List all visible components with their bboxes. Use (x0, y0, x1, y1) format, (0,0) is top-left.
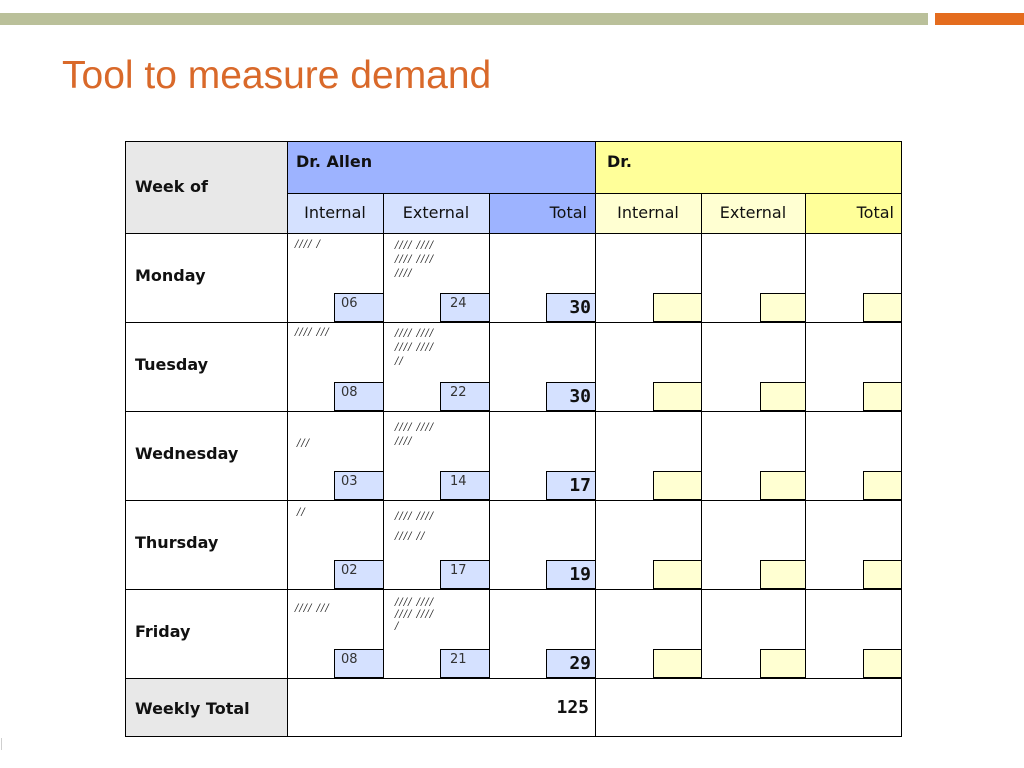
doctor1-total-header: Total (549, 203, 587, 222)
external-tally-line: //// //// (395, 328, 435, 339)
doctor2-external-box (760, 471, 806, 500)
doctor2-total-box (863, 293, 902, 322)
grid-line (125, 500, 902, 501)
grid-line (805, 193, 806, 678)
external-tally-line: / (395, 621, 400, 632)
internal-tally-monday: //// / (295, 239, 322, 250)
external-tally-line: //// //// (395, 342, 435, 353)
external-tally-line: //// (395, 436, 413, 447)
external-tally-line: //// //// (395, 597, 435, 608)
external-tally-line: //// //// (395, 609, 435, 620)
doctor2-external-box (760, 293, 806, 322)
grid-line (125, 589, 902, 590)
doctor2-total-box (863, 471, 902, 500)
grid-line (125, 141, 902, 142)
doctor2-total-box (863, 382, 902, 411)
day-total-box: 17 (546, 471, 596, 500)
doctor2-internal-box (653, 560, 702, 589)
doctor2-total-box (863, 649, 902, 678)
external-tally-line: //// //// (395, 422, 435, 433)
day-total-box: 19 (546, 560, 596, 589)
external-tally-wednesday: //// //// //// (395, 421, 434, 449)
doctor2-internal-box (653, 382, 702, 411)
doctor2-internal-box (653, 649, 702, 678)
external-tally-line: // (395, 356, 404, 367)
external-tally-monday: //// //// //// //// //// (395, 239, 434, 281)
day-total-box: 30 (546, 293, 596, 322)
top-decor-bar (0, 13, 928, 25)
external-tally-friday: //// //// //// //// / (395, 597, 434, 633)
day-label-monday: Monday (135, 266, 206, 285)
external-tally-line: //// (395, 268, 413, 279)
internal-count-box: 08 (334, 382, 384, 411)
grid-line (489, 193, 490, 678)
external-count-box: 14 (440, 471, 490, 500)
doctor2-external-box (760, 649, 806, 678)
external-count-box: 21 (440, 649, 490, 678)
doctor2-internal-box (653, 471, 702, 500)
grid-line (125, 411, 902, 412)
grid-line (595, 141, 596, 737)
internal-count-box: 03 (334, 471, 384, 500)
external-tally-line: //// //// (395, 240, 435, 251)
grid-line (383, 193, 384, 678)
internal-tally-wednesday: /// (297, 438, 311, 449)
grid-line (125, 141, 126, 737)
slide-title: Tool to measure demand (62, 54, 492, 97)
internal-count-box: 02 (334, 560, 384, 589)
grid-line (125, 322, 902, 323)
doctor2-internal-box (653, 293, 702, 322)
doctor2-total-box (863, 560, 902, 589)
grid-line (701, 193, 702, 678)
doctor1-internal-header: Internal (304, 203, 366, 222)
grid-line (901, 141, 902, 737)
doctor2-external-box (760, 382, 806, 411)
internal-tally-tuesday: //// /// (295, 327, 330, 338)
weekly-total-value: 125 (556, 697, 589, 718)
demand-table: Week of Dr. Allen Dr. Internal External … (125, 141, 902, 737)
doctor2-external-header: External (719, 203, 787, 222)
doctor2-internal-header: Internal (617, 203, 679, 222)
grid-line (125, 736, 902, 737)
external-tally-tuesday: //// //// //// //// // (395, 327, 434, 369)
left-edge-mark (1, 738, 2, 750)
doctor2-header-cell (595, 141, 902, 193)
internal-count-box: 06 (334, 293, 384, 322)
week-of-label: Week of (135, 177, 208, 196)
internal-tally-friday: //// /// (295, 603, 330, 614)
day-label-wednesday: Wednesday (135, 444, 239, 463)
external-count-box: 24 (440, 293, 490, 322)
doctor2-total-header: Total (856, 203, 894, 222)
external-tally-thursday: //// //// //// // (395, 507, 434, 547)
weekly-total-label: Weekly Total (135, 699, 250, 718)
external-tally-line: //// //// (395, 511, 435, 522)
day-total-box: 29 (546, 649, 596, 678)
external-count-box: 17 (440, 560, 490, 589)
day-label-tuesday: Tuesday (135, 355, 209, 374)
day-total-box: 30 (546, 382, 596, 411)
external-tally-line: //// // (395, 531, 426, 542)
doctor1-name: Dr. Allen (296, 152, 373, 171)
doctor2-external-box (760, 560, 806, 589)
top-accent-bar (935, 13, 1024, 25)
internal-tally-thursday: // (297, 507, 306, 518)
day-label-thursday: Thursday (135, 533, 219, 552)
doctor2-name: Dr. (607, 152, 632, 171)
day-label-friday: Friday (135, 622, 191, 641)
doctor1-external-header: External (402, 203, 470, 222)
grid-line (125, 678, 902, 679)
internal-count-box: 08 (334, 649, 384, 678)
grid-line (287, 141, 288, 737)
grid-line (125, 233, 902, 234)
external-tally-line: //// //// (395, 254, 435, 265)
external-count-box: 22 (440, 382, 490, 411)
